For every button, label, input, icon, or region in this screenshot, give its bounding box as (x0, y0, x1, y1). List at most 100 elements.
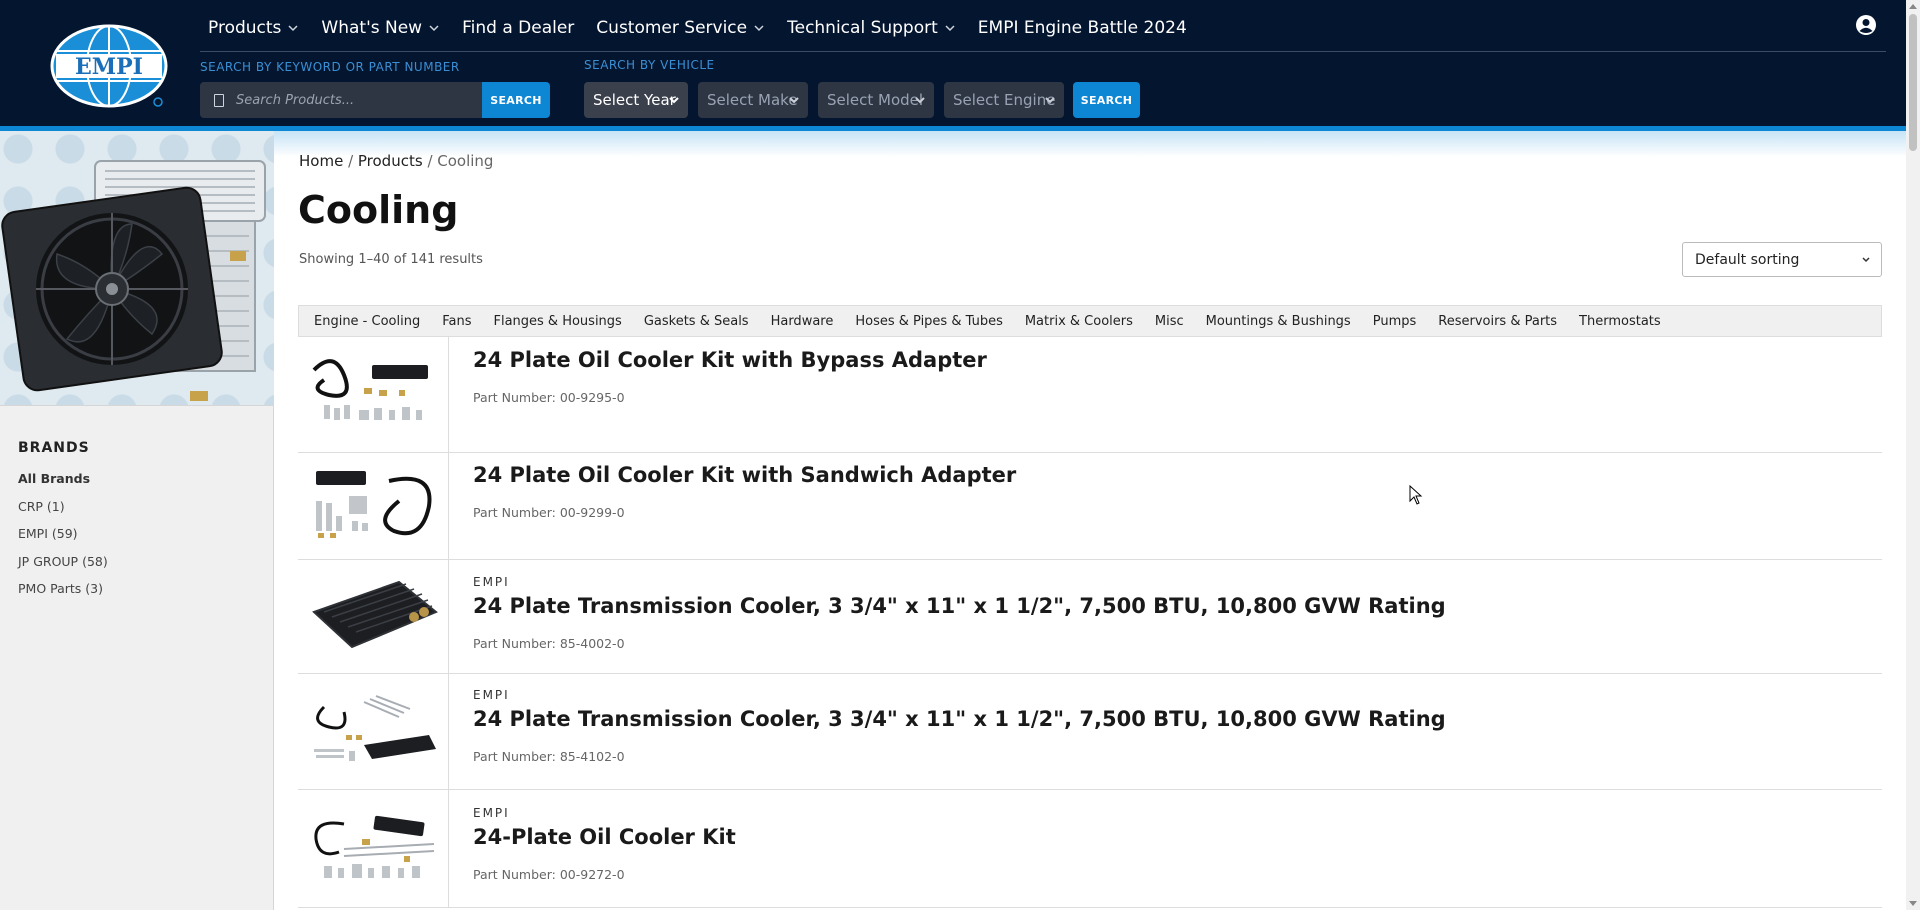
user-account-icon[interactable] (1855, 14, 1877, 36)
scroll-down-arrow-icon[interactable] (1909, 901, 1917, 906)
product-name[interactable]: 24 Plate Transmission Cooler, 3 3/4" x 1… (473, 594, 1446, 618)
nav-technical-support-label: Technical Support (787, 18, 938, 38)
breadcrumb-products[interactable]: Products (358, 152, 423, 170)
empi-logo[interactable]: EMPI (50, 24, 168, 108)
main-nav: Products What's New Find a Dealer Custom… (208, 14, 1209, 42)
product-name[interactable]: 24 Plate Oil Cooler Kit with Bypass Adap… (473, 348, 987, 372)
page-scrollbar[interactable] (1906, 0, 1920, 910)
nav-customer-service-label: Customer Service (596, 18, 748, 38)
subcategory-matrix-coolers[interactable]: Matrix & Coolers (1025, 314, 1133, 329)
site-header: EMPI Products What's New Find a Dealer C… (0, 0, 1906, 130)
keyword-search-field[interactable] (200, 82, 482, 118)
product-part-number: Part Number: 00-9295-0 (473, 390, 625, 405)
product-row[interactable]: EMPI 24 Plate Transmission Cooler, 3 3/4… (298, 560, 1882, 674)
select-make-value: Select Make (707, 91, 798, 109)
brand-filter-all[interactable]: All Brands (18, 471, 108, 499)
breadcrumb: Home / Products / Cooling (299, 152, 493, 170)
product-list: 24 Plate Oil Cooler Kit with Bypass Adap… (298, 337, 1882, 908)
product-row[interactable]: 24 Plate Oil Cooler Kit with Sandwich Ad… (298, 453, 1882, 560)
sidebar: BRANDS All Brands CRP (1) EMPI (59) JP G… (0, 131, 274, 910)
brand-filter-pmo-parts[interactable]: PMO Parts (3) (18, 581, 108, 609)
chevron-down-icon (945, 25, 955, 32)
product-part-number: Part Number: 00-9272-0 (473, 867, 625, 882)
nav-find-dealer[interactable]: Find a Dealer (462, 18, 574, 38)
subcategory-engine-cooling[interactable]: Engine - Cooling (314, 314, 420, 329)
subcategory-flanges-housings[interactable]: Flanges & Housings (493, 314, 621, 329)
chevron-down-icon (789, 97, 799, 104)
nav-find-dealer-label: Find a Dealer (462, 18, 575, 38)
select-engine-dropdown[interactable]: Select Engine (944, 82, 1064, 118)
breadcrumb-current: Cooling (437, 152, 494, 170)
breadcrumb-home[interactable]: Home (299, 152, 343, 170)
select-year-value: Select Year (593, 91, 676, 109)
mouse-cursor-icon (1409, 485, 1423, 505)
keyword-search-label: SEARCH BY KEYWORD OR PART NUMBER (200, 60, 460, 74)
sorting-value: Default sorting (1695, 251, 1800, 268)
breadcrumb-separator: / (343, 152, 358, 170)
product-part-number: Part Number: 85-4102-0 (473, 749, 625, 764)
brands-heading: BRANDS (18, 440, 90, 456)
nav-engine-battle-label: EMPI Engine Battle 2024 (977, 18, 1187, 38)
breadcrumb-separator: / (422, 152, 438, 170)
vehicle-search-button[interactable]: SEARCH (1073, 82, 1140, 118)
product-brand: EMPI (473, 806, 510, 820)
subcategory-reservoirs-parts[interactable]: Reservoirs & Parts (1438, 314, 1557, 329)
brand-filter-crp[interactable]: CRP (1) (18, 499, 108, 527)
subcategory-hoses-pipes-tubes[interactable]: Hoses & Pipes & Tubes (855, 314, 1003, 329)
product-part-number: Part Number: 00-9299-0 (473, 505, 625, 520)
nav-whats-new-label: What's New (321, 18, 423, 38)
search-icon (214, 93, 224, 107)
select-year-dropdown[interactable]: Select Year (584, 82, 688, 118)
product-brand: EMPI (473, 575, 510, 589)
subcategory-pumps[interactable]: Pumps (1373, 314, 1417, 329)
subcategory-thermostats[interactable]: Thermostats (1579, 314, 1661, 329)
keyword-search-button[interactable]: SEARCH (482, 82, 550, 118)
subcategory-hardware[interactable]: Hardware (771, 314, 834, 329)
product-row[interactable]: EMPI 24 Plate Transmission Cooler, 3 3/4… (298, 674, 1882, 790)
scrollbar-thumb[interactable] (1909, 14, 1917, 151)
chevron-down-icon (288, 25, 298, 32)
nav-whats-new[interactable]: What's New (321, 18, 440, 38)
scroll-up-arrow-icon[interactable] (1909, 4, 1917, 9)
chevron-down-icon (754, 25, 764, 32)
sorting-select[interactable]: Default sorting (1682, 242, 1882, 277)
product-name[interactable]: 24 Plate Oil Cooler Kit with Sandwich Ad… (473, 463, 1016, 487)
product-name[interactable]: 24-Plate Oil Cooler Kit (473, 825, 736, 849)
product-name[interactable]: 24 Plate Transmission Cooler, 3 3/4" x 1… (473, 707, 1446, 731)
select-model-value: Select Model (827, 91, 924, 109)
subcategory-gaskets-seals[interactable]: Gaskets & Seals (644, 314, 749, 329)
product-thumbnail[interactable] (298, 790, 449, 907)
nav-engine-battle[interactable]: EMPI Engine Battle 2024 (978, 18, 1187, 38)
keyword-search-input[interactable] (236, 92, 466, 108)
result-count: Showing 1–40 of 141 results (299, 252, 483, 267)
nav-customer-service[interactable]: Customer Service (596, 18, 765, 38)
svg-text:EMPI: EMPI (75, 54, 143, 80)
category-image (0, 131, 274, 406)
vehicle-search-label: SEARCH BY VEHICLE (584, 58, 715, 72)
subcategory-bar: Engine - Cooling Fans Flanges & Housings… (298, 305, 1882, 337)
product-row[interactable]: 24 Plate Oil Cooler Kit with Bypass Adap… (298, 337, 1882, 453)
page-title: Cooling (298, 188, 459, 232)
nav-technical-support[interactable]: Technical Support (787, 18, 956, 38)
product-thumbnail[interactable] (298, 674, 449, 789)
select-make-dropdown[interactable]: Select Make (698, 82, 808, 118)
subcategory-misc[interactable]: Misc (1155, 314, 1184, 329)
chevron-down-icon (915, 97, 925, 104)
brand-filter-empi[interactable]: EMPI (59) (18, 526, 108, 554)
chevron-down-icon (1862, 257, 1870, 263)
nav-divider (200, 51, 1886, 52)
chevron-down-icon (669, 97, 679, 104)
subcategory-mountings-bushings[interactable]: Mountings & Bushings (1206, 314, 1351, 329)
nav-products[interactable]: Products (208, 18, 299, 38)
brand-filter-jp-group[interactable]: JP GROUP (58) (18, 554, 108, 582)
product-row[interactable]: EMPI 24-Plate Oil Cooler Kit Part Number… (298, 790, 1882, 908)
nav-products-label: Products (208, 18, 282, 38)
select-model-dropdown[interactable]: Select Model (818, 82, 934, 118)
product-thumbnail[interactable] (298, 453, 449, 559)
chevron-down-icon (429, 25, 439, 32)
product-thumbnail[interactable] (298, 337, 449, 452)
brand-filter-list: All Brands CRP (1) EMPI (59) JP GROUP (5… (18, 471, 108, 609)
header-shadow (0, 131, 1906, 157)
product-thumbnail[interactable] (298, 560, 449, 673)
subcategory-fans[interactable]: Fans (442, 314, 471, 329)
